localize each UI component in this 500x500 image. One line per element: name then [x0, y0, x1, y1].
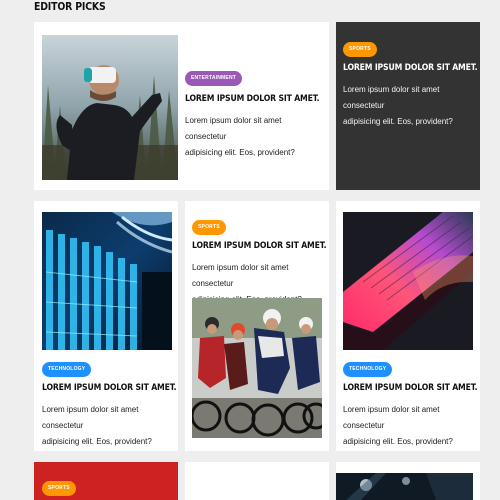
article-card-sports-dark[interactable]: SPORTS LOREM IPSUM DOLOR SIT AMET. Lorem… [336, 22, 480, 190]
article-card-sports-red[interactable]: SPORTS [34, 462, 178, 500]
category-badge-entertainment[interactable]: ENTERTAINMENT [185, 71, 243, 86]
article-headline[interactable]: LOREM IPSUM DOLOR SIT AMET. [343, 62, 478, 74]
article-excerpt: Lorem ipsum dolor sit amet consectetur a… [42, 405, 152, 446]
article-card-bottom-middle[interactable] [185, 462, 329, 500]
article-excerpt: Lorem ipsum dolor sit amet consectetur a… [343, 405, 453, 446]
article-card-servers[interactable]: TECHNOLOGY LOREM IPSUM DOLOR SIT AMET. L… [34, 201, 178, 451]
article-card-bottom-right[interactable] [336, 462, 480, 500]
article-headline[interactable]: LOREM IPSUM DOLOR SIT AMET. [192, 240, 327, 252]
article-excerpt: Lorem ipsum dolor sit amet consectetur a… [185, 116, 295, 157]
article-headline[interactable]: LOREM IPSUM DOLOR SIT AMET. [42, 382, 177, 394]
laptop-keyboard-image[interactable] [343, 212, 473, 350]
category-badge-technology[interactable]: TECHNOLOGY [42, 362, 92, 377]
article-card-cycling[interactable]: SPORTS LOREM IPSUM DOLOR SIT AMET. Lorem… [185, 201, 329, 451]
article-card-vr[interactable]: ENTERTAINMENT LOREM IPSUM DOLOR SIT AMET… [34, 22, 329, 190]
section-title: EDITOR PICKS [34, 0, 106, 13]
article-headline[interactable]: LOREM IPSUM DOLOR SIT AMET. [185, 93, 320, 105]
category-badge-technology[interactable]: TECHNOLOGY [343, 362, 393, 377]
category-badge-sports[interactable]: SPORTS [343, 42, 377, 57]
concert-stage-image[interactable] [336, 473, 473, 500]
article-card-laptop[interactable]: TECHNOLOGY LOREM IPSUM DOLOR SIT AMET. L… [336, 201, 480, 451]
server-rack-image[interactable] [42, 212, 172, 350]
article-headline[interactable]: LOREM IPSUM DOLOR SIT AMET. [343, 382, 478, 394]
cycling-race-image[interactable] [192, 298, 322, 438]
vr-headset-image[interactable] [42, 35, 178, 180]
article-excerpt: Lorem ipsum dolor sit amet consectetur a… [343, 85, 453, 126]
category-badge-sports[interactable]: SPORTS [42, 481, 76, 496]
category-badge-sports[interactable]: SPORTS [192, 220, 226, 235]
